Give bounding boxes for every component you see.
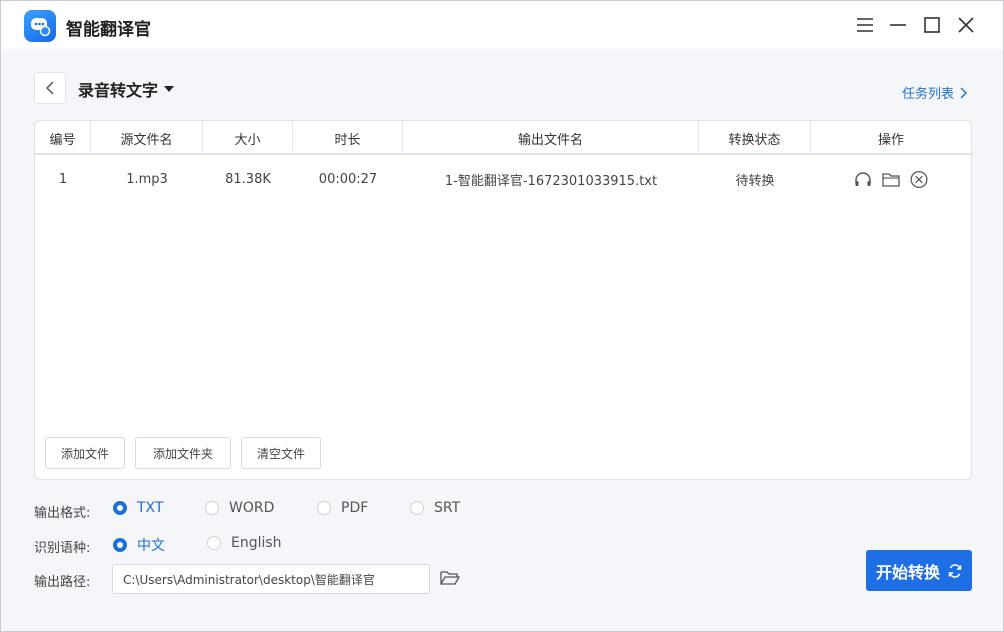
add-file-button[interactable]: 添加文件 — [45, 437, 125, 469]
column-header: 操作 — [877, 132, 904, 148]
format-radio-txt[interactable]: TXT — [113, 500, 163, 516]
radio-dot — [207, 536, 221, 550]
start-conversion-button[interactable]: 开始转换 — [866, 550, 972, 591]
row-source-file: 1.mp3 — [126, 171, 168, 187]
column-header: 输出文件名 — [403, 121, 699, 155]
format-option-label: SRT — [434, 500, 461, 516]
folder-open-icon[interactable] — [440, 570, 461, 588]
format-radio-pdf[interactable]: PDF — [317, 500, 368, 516]
format-option-label: TXT — [137, 500, 164, 516]
row-size: 81.38K — [225, 171, 271, 187]
chevron-right-icon — [960, 87, 967, 98]
column-header: 编号 — [35, 121, 91, 155]
table-header: 编号 源文件名 大小 时长 输出文件名 转换状态 操作 — [35, 121, 971, 155]
file-table-panel: 编号 源文件名 大小 时长 输出文件名 转换状态 操作 1 1.mp3 81.3… — [34, 120, 972, 480]
radio-dot — [205, 501, 219, 515]
output-path-field[interactable]: C:\Users\Administrator\desktop\智能翻译官 — [112, 564, 430, 594]
language-radio-english[interactable]: English — [207, 535, 282, 551]
menu-icon[interactable] — [853, 13, 877, 37]
row-output-file: 1-智能翻译官-1672301033915.txt — [444, 173, 658, 189]
row-index: 1 — [58, 171, 68, 187]
language-option-label: 中文 — [137, 538, 165, 554]
chevron-left-icon — [45, 81, 54, 95]
folder-icon[interactable] — [882, 170, 900, 188]
radio-dot — [317, 501, 331, 515]
title-bar: 智能翻译官 — [1, 1, 1003, 49]
page-title-dropdown[interactable]: 录音转文字 — [78, 77, 175, 101]
row-duration: 00:00:27 — [318, 171, 378, 187]
language-label: 识别语种: — [34, 541, 91, 556]
start-conversion-label: 开始转换 — [875, 562, 940, 582]
output-format-label: 输出格式: — [34, 506, 91, 521]
add-folder-button[interactable]: 添加文件夹 — [135, 437, 231, 469]
maximize-icon[interactable] — [920, 13, 944, 37]
task-list-label: 任务列表 — [901, 87, 954, 102]
radio-dot — [113, 501, 127, 515]
language-option-label: English — [231, 535, 282, 551]
page-title: 录音转文字 — [78, 81, 159, 100]
minimize-icon[interactable] — [886, 13, 910, 37]
table-row: 1 1.mp3 81.38K 00:00:27 1-智能翻译官-16723010… — [35, 157, 971, 201]
caret-down-icon — [164, 86, 175, 92]
output-path-label: 输出路径: — [34, 575, 91, 590]
row-status: 待转换 — [735, 173, 775, 189]
app-logo-icon — [24, 10, 56, 42]
column-header: 源文件名 — [91, 121, 203, 155]
row-actions — [811, 157, 971, 201]
format-radio-word[interactable]: WORD — [205, 500, 274, 516]
radio-dot — [113, 538, 127, 552]
app-title: 智能翻译官 — [66, 20, 151, 40]
language-radio-chinese[interactable]: 中文 — [113, 535, 165, 555]
column-header: 大小 — [203, 121, 293, 155]
format-radio-srt[interactable]: SRT — [410, 500, 460, 516]
radio-dot — [410, 501, 424, 515]
format-option-label: PDF — [341, 500, 369, 516]
headphones-icon[interactable] — [854, 170, 872, 188]
task-list-link[interactable]: 任务列表 — [902, 83, 967, 102]
close-icon[interactable] — [954, 13, 978, 37]
column-header: 时长 — [293, 121, 403, 155]
column-header: 转换状态 — [699, 121, 811, 155]
clear-files-button[interactable]: 清空文件 — [241, 437, 321, 469]
remove-circle-icon[interactable] — [910, 170, 928, 188]
back-button[interactable] — [34, 72, 66, 104]
refresh-icon — [948, 563, 962, 578]
format-option-label: WORD — [229, 500, 275, 516]
